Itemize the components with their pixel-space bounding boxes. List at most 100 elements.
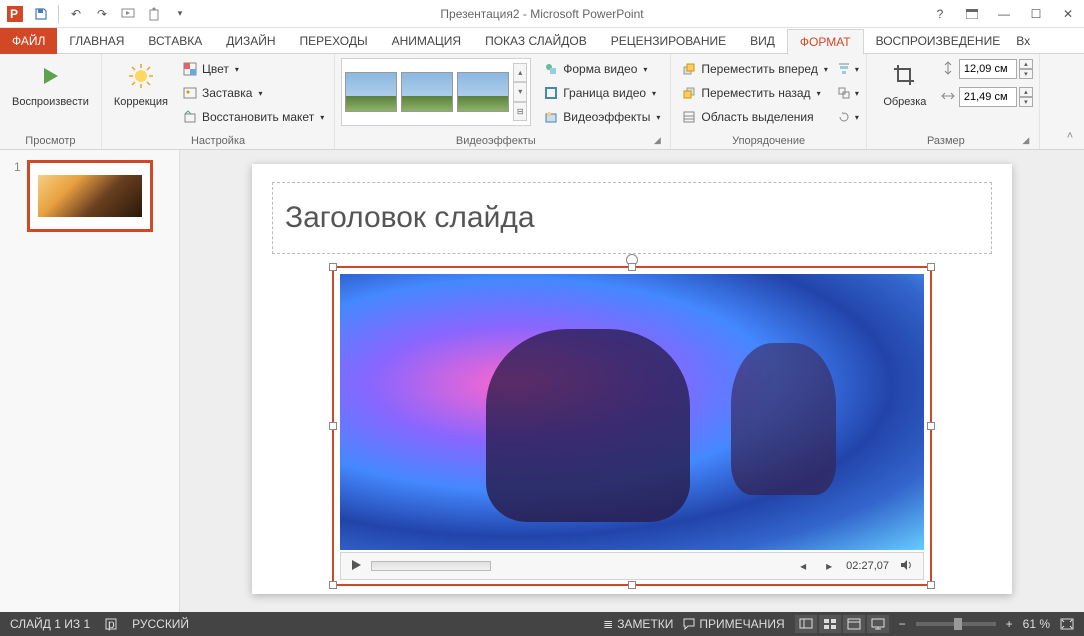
spellcheck-icon[interactable]: р (104, 617, 118, 631)
width-input[interactable] (959, 87, 1017, 107)
sorter-view-icon[interactable] (819, 615, 841, 633)
rotate-button[interactable]: ▾ (836, 106, 860, 128)
video-frame (340, 274, 924, 550)
undo-icon[interactable]: ↶ (65, 3, 87, 25)
height-input[interactable] (959, 59, 1017, 79)
group-button[interactable]: ▾ (836, 82, 860, 104)
spin-down-icon[interactable]: ▾ (1019, 69, 1033, 79)
resize-handle[interactable] (927, 263, 935, 271)
video-styles-gallery[interactable]: ▴ ▾ ⊟ (341, 58, 531, 126)
forward-icon (681, 61, 697, 77)
slideshow-view-icon[interactable] (867, 615, 889, 633)
language-indicator[interactable]: РУССКИЙ (132, 617, 189, 631)
qat-more-icon[interactable]: ▾ (169, 3, 191, 25)
tab-home[interactable]: ГЛАВНАЯ (57, 28, 136, 54)
resize-handle[interactable] (628, 581, 636, 589)
resize-handle[interactable] (329, 422, 337, 430)
help-icon[interactable]: ? (924, 0, 956, 28)
gallery-down-icon[interactable]: ▾ (513, 82, 527, 101)
resize-handle[interactable] (628, 263, 636, 271)
ribbon-tabs: ФАЙЛ ГЛАВНАЯ ВСТАВКА ДИЗАЙН ПЕРЕХОДЫ АНИ… (0, 28, 1084, 54)
normal-view-icon[interactable] (795, 615, 817, 633)
group-adjust-label: Настройка (108, 133, 328, 147)
width-icon (941, 89, 957, 105)
resize-handle[interactable] (927, 422, 935, 430)
collapse-ribbon-icon[interactable]: ˄ (1062, 128, 1078, 144)
spin-up-icon[interactable]: ▴ (1019, 59, 1033, 69)
zoom-out-icon[interactable]: − (899, 617, 906, 631)
tab-slideshow[interactable]: ПОКАЗ СЛАЙДОВ (473, 28, 599, 54)
video-effects-button[interactable]: Видеоэффекты▾ (539, 106, 664, 128)
color-button[interactable]: Цвет▾ (178, 58, 328, 80)
zoom-slider[interactable] (916, 622, 996, 626)
comments-button[interactable]: ПРИМЕЧАНИЯ (683, 617, 784, 631)
slide-counter: СЛАЙД 1 ИЗ 1 (10, 617, 90, 631)
redo-icon[interactable]: ↷ (91, 3, 113, 25)
group-launcher-icon[interactable]: ◢ (650, 133, 664, 147)
slide-thumbnail[interactable] (27, 160, 153, 232)
gallery-item[interactable] (401, 72, 453, 112)
resize-handle[interactable] (329, 263, 337, 271)
tab-playback[interactable]: ВОСПРОИЗВЕДЕНИЕ (864, 28, 1013, 54)
play-preview-button[interactable]: Воспроизвести (6, 58, 95, 110)
video-player-bar: ◂ ▸ 02:27,07 (340, 552, 924, 580)
tab-transitions[interactable]: ПЕРЕХОДЫ (288, 28, 380, 54)
spin-up-icon[interactable]: ▴ (1019, 87, 1033, 97)
tab-animation[interactable]: АНИМАЦИЯ (380, 28, 473, 54)
effects-icon (543, 109, 559, 125)
tab-design[interactable]: ДИЗАЙН (214, 28, 287, 54)
next-frame-icon[interactable]: ▸ (820, 559, 838, 573)
resize-handle[interactable] (329, 581, 337, 589)
fit-to-window-icon[interactable] (1060, 618, 1074, 630)
tab-review[interactable]: РЕЦЕНЗИРОВАНИЕ (599, 28, 738, 54)
gallery-more-icon[interactable]: ⊟ (513, 102, 527, 121)
height-field[interactable]: ▴▾ (941, 58, 1033, 80)
notes-button[interactable]: ≣ ЗАМЕТКИ (603, 617, 673, 631)
reading-view-icon[interactable] (843, 615, 865, 633)
ribbon-display-icon[interactable] (956, 0, 988, 28)
width-field[interactable]: ▴▾ (941, 86, 1033, 108)
touchmode-icon[interactable] (143, 3, 165, 25)
rotate-icon (837, 109, 851, 125)
gallery-up-icon[interactable]: ▴ (513, 63, 527, 82)
align-button[interactable]: ▾ (836, 58, 860, 80)
slide-thumbnail-pane: 1 (0, 150, 180, 612)
tab-file[interactable]: ФАЙЛ (0, 28, 57, 54)
crop-button[interactable]: Обрезка (873, 58, 937, 110)
maximize-icon[interactable]: ☐ (1020, 0, 1052, 28)
gallery-item[interactable] (345, 72, 397, 112)
send-backward-button[interactable]: Переместить назад▾ (677, 82, 832, 104)
tab-view[interactable]: ВИД (738, 28, 787, 54)
tab-format[interactable]: ФОРМАТ (787, 29, 864, 55)
slideshow-qat-icon[interactable] (117, 3, 139, 25)
video-object[interactable]: ◂ ▸ 02:27,07 (332, 266, 932, 586)
volume-icon[interactable] (897, 558, 915, 575)
tab-overflow[interactable]: Вх (1012, 28, 1034, 54)
close-icon[interactable]: ✕ (1052, 0, 1084, 28)
gallery-item[interactable] (457, 72, 509, 112)
selection-pane-button[interactable]: Область выделения (677, 106, 832, 128)
bring-forward-button[interactable]: Переместить вперед▾ (677, 58, 832, 80)
corrections-button[interactable]: Коррекция (108, 58, 174, 110)
svg-text:P: P (10, 7, 18, 21)
group-launcher-icon[interactable]: ◢ (1019, 133, 1033, 147)
resize-handle[interactable] (927, 581, 935, 589)
zoom-level[interactable]: 61 % (1023, 617, 1050, 631)
group-preview-label: Просмотр (6, 133, 95, 147)
title-placeholder[interactable]: Заголовок слайда (272, 182, 992, 254)
spin-down-icon[interactable]: ▾ (1019, 97, 1033, 107)
prev-frame-icon[interactable]: ◂ (794, 559, 812, 573)
video-border-button[interactable]: Граница видео▾ (539, 82, 664, 104)
video-shape-button[interactable]: Форма видео▾ (539, 58, 664, 80)
play-button[interactable] (349, 558, 363, 575)
title-text: Заголовок слайда (285, 201, 535, 235)
reset-design-button[interactable]: Восстановить макет▾ (178, 106, 328, 128)
zoom-in-icon[interactable]: + (1006, 617, 1013, 631)
slide-canvas[interactable]: Заголовок слайда ◂ ▸ 02:27 (252, 164, 1012, 594)
poster-frame-button[interactable]: Заставка▾ (178, 82, 328, 104)
minimize-icon[interactable]: — (988, 0, 1020, 28)
tab-insert[interactable]: ВСТАВКА (136, 28, 214, 54)
save-icon[interactable] (30, 3, 52, 25)
play-icon (34, 60, 66, 92)
progress-bar[interactable] (371, 561, 491, 571)
